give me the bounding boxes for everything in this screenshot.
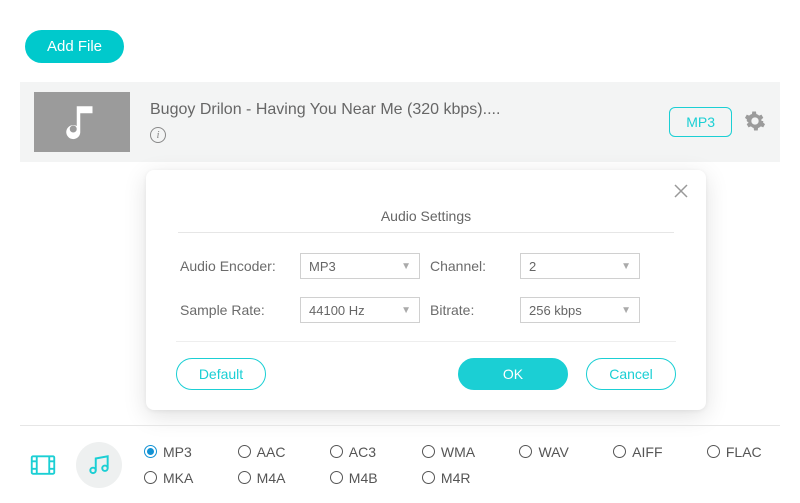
format-radio-label: MKA [163, 470, 193, 486]
file-thumbnail [34, 92, 130, 152]
format-bar: MP3 AAC AC3 WMA WAV AIFF FLAC MKA M4A M4B M4R [20, 425, 780, 503]
channel-select[interactable]: 2 ▼ [520, 253, 640, 279]
default-button[interactable]: Default [176, 358, 266, 390]
ok-button[interactable]: OK [458, 358, 568, 390]
channel-value: 2 [529, 259, 536, 274]
file-title: Bugoy Drilon - Having You Near Me (320 k… [150, 101, 669, 119]
channel-label: Channel: [430, 258, 510, 274]
format-radio-mka[interactable]: MKA [144, 470, 212, 486]
chevron-down-icon: ▼ [621, 305, 631, 316]
format-radio-m4b[interactable]: M4B [330, 470, 396, 486]
format-radio-label: MP3 [163, 444, 192, 460]
cancel-button[interactable]: Cancel [586, 358, 676, 390]
settings-grid: Audio Encoder: MP3 ▼ Channel: 2 ▼ Sample… [176, 233, 676, 342]
chevron-down-icon: ▼ [621, 261, 631, 272]
format-radio-ac3[interactable]: AC3 [330, 444, 396, 460]
radio-dot-icon [422, 445, 435, 458]
add-file-button[interactable]: Add File [25, 30, 124, 63]
audio-mode-icon[interactable] [76, 442, 122, 488]
format-radio-label: M4A [257, 470, 286, 486]
format-radio-label: FLAC [726, 444, 762, 460]
radio-dot-icon [519, 445, 532, 458]
music-note-icon [61, 101, 103, 143]
modal-actions: Default OK Cancel [176, 342, 676, 390]
format-radio-label: WAV [538, 444, 568, 460]
file-meta: Bugoy Drilon - Having You Near Me (320 k… [150, 101, 669, 143]
radio-dot-icon [144, 471, 157, 484]
radio-dot-icon [707, 445, 720, 458]
bitrate-label: Bitrate: [430, 302, 510, 318]
radio-dot-icon [613, 445, 626, 458]
radio-dot-icon [422, 471, 435, 484]
format-radio-mp3[interactable]: MP3 [144, 444, 212, 460]
close-icon[interactable] [672, 182, 690, 203]
format-list: MP3 AAC AC3 WMA WAV AIFF FLAC MKA M4A M4B M4R [144, 444, 780, 486]
gear-icon[interactable] [744, 110, 766, 135]
format-badge[interactable]: MP3 [669, 107, 732, 137]
format-radio-aac[interactable]: AAC [238, 444, 304, 460]
radio-dot-icon [238, 445, 251, 458]
radio-dot-icon [144, 445, 157, 458]
info-icon[interactable]: i [150, 127, 166, 143]
format-radio-label: AAC [257, 444, 286, 460]
format-radio-label: AC3 [349, 444, 376, 460]
format-radio-label: M4B [349, 470, 378, 486]
bitrate-value: 256 kbps [529, 303, 582, 318]
encoder-value: MP3 [309, 259, 336, 274]
audio-settings-modal: Audio Settings Audio Encoder: MP3 ▼ Chan… [146, 170, 706, 410]
sample-rate-label: Sample Rate: [180, 302, 290, 318]
bitrate-select[interactable]: 256 kbps ▼ [520, 297, 640, 323]
radio-dot-icon [330, 445, 343, 458]
format-radio-label: WMA [441, 444, 475, 460]
radio-dot-icon [330, 471, 343, 484]
modal-title: Audio Settings [178, 188, 674, 233]
encoder-label: Audio Encoder: [180, 258, 290, 274]
encoder-select[interactable]: MP3 ▼ [300, 253, 420, 279]
sample-rate-select[interactable]: 44100 Hz ▼ [300, 297, 420, 323]
format-radio-label: M4R [441, 470, 471, 486]
format-radio-wav[interactable]: WAV [519, 444, 587, 460]
format-radio-m4a[interactable]: M4A [238, 470, 304, 486]
chevron-down-icon: ▼ [401, 305, 411, 316]
chevron-down-icon: ▼ [401, 261, 411, 272]
format-radio-wma[interactable]: WMA [422, 444, 494, 460]
format-radio-flac[interactable]: FLAC [707, 444, 780, 460]
radio-dot-icon [238, 471, 251, 484]
format-radio-m4r[interactable]: M4R [422, 470, 494, 486]
file-row: Bugoy Drilon - Having You Near Me (320 k… [20, 82, 780, 162]
format-radio-label: AIFF [632, 444, 662, 460]
video-mode-icon[interactable] [20, 442, 66, 488]
sample-rate-value: 44100 Hz [309, 303, 365, 318]
format-radio-aiff[interactable]: AIFF [613, 444, 681, 460]
